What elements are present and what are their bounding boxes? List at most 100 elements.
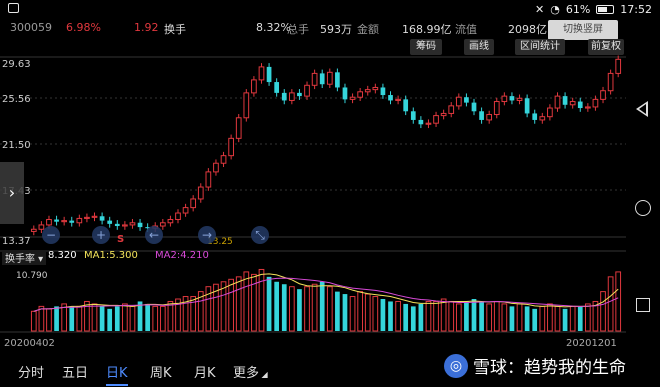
tab-five-day[interactable]: 五日 [62,362,88,381]
candle [600,90,606,100]
candle [91,215,98,218]
candle [319,73,325,85]
range-stats-button[interactable]: 区间统计 [515,39,565,55]
zoom-out-button[interactable]: − [42,226,60,244]
turnover-bar [547,303,553,332]
float-label: 流值 [455,23,477,36]
candle [84,216,90,219]
candle [607,72,614,92]
back-nav-icon[interactable] [636,101,648,117]
indicator-bar: 换手率 ▾ 8.320 MA1:5.300 MA2:4.210 [0,250,640,265]
turnover-bar [288,286,295,332]
chips-button[interactable]: 筹码 [410,39,442,55]
candle [509,96,515,101]
turnover-bar [30,310,37,332]
date-start: 20200402 [4,338,55,349]
ma2-line [33,277,619,312]
turnover-bar [440,298,447,332]
turnover-bar [99,306,105,331]
turnover-bar [46,308,52,332]
change-value: 1.92 [134,21,159,34]
draw-line-button[interactable]: 画线 [464,39,494,55]
battery-percent: 61% [565,3,591,16]
price-label-1: 25.56 [2,94,31,105]
candle [281,92,287,101]
reset-view-button[interactable]: ⤡ [251,226,269,244]
turnover-bar [425,300,432,332]
turnover-bar [76,305,83,332]
turnover-bar [479,301,484,331]
home-nav-icon[interactable] [635,200,651,216]
candle [592,98,599,108]
adjust-button[interactable]: 前复权 [588,39,624,55]
turnover-bar [91,303,98,332]
notification-icon [8,3,19,13]
candle [364,89,371,93]
tab-intraday[interactable]: 分时 [18,362,44,381]
tab-weekly-k[interactable]: 周K [150,362,172,381]
candle [213,162,219,173]
candle [554,95,561,109]
turnover-bar [501,303,508,332]
turnover-bar [464,301,469,331]
recents-nav-icon[interactable] [636,298,650,312]
turnover-bar [281,284,287,331]
turnover-bar [455,303,462,332]
zoom-in-button[interactable]: + [92,226,110,244]
candle [288,92,295,101]
turnover-bar [274,281,280,331]
candle [569,101,576,106]
turnover-bar [159,305,166,332]
tab-monthly-k[interactable]: 月K [194,362,216,381]
ma1-value: MA1:5.300 [84,250,138,261]
candle [418,119,424,125]
turnover-bar [471,299,477,331]
landscape-toggle-button[interactable]: 切换竖屏 [548,20,618,40]
candle [577,101,583,109]
ma2-value: MA2:4.210 [155,250,209,261]
tab-daily-k[interactable]: 日K [106,362,128,386]
candle [114,223,120,227]
turnover-bar [516,303,523,332]
price-label-4: 13.37 [2,236,31,247]
turnover-bar [243,271,250,332]
candle [197,186,204,200]
forward-button[interactable]: → [198,226,216,244]
turnover-bar [54,306,59,331]
turnover-bar [311,283,318,332]
turnover-bar [357,291,364,332]
turnover-bar [129,305,136,332]
candle [69,220,75,223]
candle [205,171,212,188]
turnover-bar [509,306,515,331]
back-button[interactable]: ← [145,226,163,244]
kline-chart[interactable]: 29.63 25.56 21.50 17.43 13.37 S 13.25 10… [0,55,626,352]
candle [311,72,318,86]
turnover-label: 换手 [164,23,186,36]
indicator-name: 换手率 [5,254,35,265]
turnover-bar [372,296,379,332]
status-bar: ✕ ◔ 61% 17:52 [0,0,660,20]
tab-more[interactable]: 更多 ◢ [233,362,268,381]
scroll-left-button[interactable]: › [0,162,24,224]
clock: 17:52 [620,3,652,16]
turnover-bar [326,286,333,332]
candle [471,102,477,112]
turnover-bar [69,306,75,331]
candle [175,212,181,221]
status-right: ✕ ◔ 61% 17:52 [535,3,652,16]
turnover-bar [410,306,416,331]
volume-value: 593万 [320,23,352,36]
candle [455,96,462,107]
candle [372,86,379,91]
turnover-bar [600,291,606,332]
turnover-bar [228,278,234,332]
candle [532,113,538,120]
candle [584,106,591,109]
change-percent: 6.98% [66,21,101,34]
battery-icon [596,5,615,14]
indicator-select[interactable]: 换手率 ▾ [2,250,47,265]
candle [357,91,364,98]
indicator-max: 10.790 [16,271,48,281]
turnover-bar [380,299,386,331]
